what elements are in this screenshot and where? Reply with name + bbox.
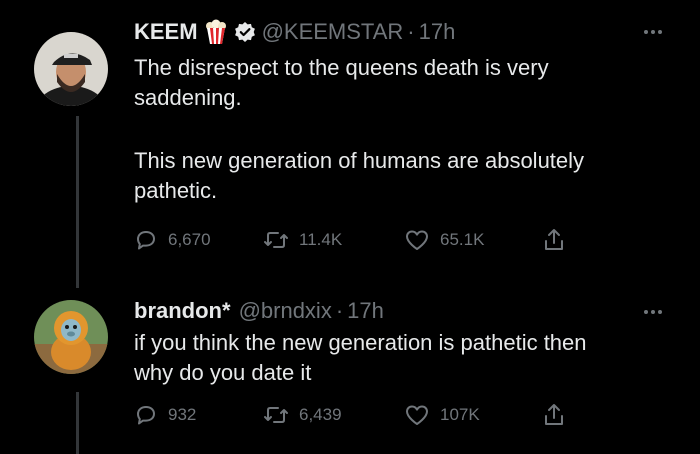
tweet-header: KEEM @KEEMSTAR · 17h: [134, 19, 455, 45]
reply-icon: [137, 406, 155, 425]
share-button[interactable]: [542, 402, 566, 428]
tweet-actions: 932 6,439 107K: [134, 402, 584, 428]
heart-icon: [406, 405, 428, 425]
reply-icon: [137, 231, 155, 250]
tweet-header: brandon* @brndxix · 17h: [134, 298, 384, 324]
tweet-text-line: saddening.: [134, 85, 242, 110]
tweet-text: if you think the new generation is pathe…: [134, 328, 674, 388]
avatar[interactable]: [34, 300, 108, 374]
popcorn-icon: [204, 19, 228, 45]
like-count: 107K: [440, 405, 480, 424]
reply-count: 932: [168, 405, 197, 424]
display-name[interactable]: KEEM: [134, 19, 198, 45]
timestamp[interactable]: 17h: [347, 298, 384, 324]
retweet-count: 6,439: [299, 405, 342, 424]
reply-count: 6,670: [168, 230, 211, 249]
tweet-text-line: if you think the new generation is pathe…: [134, 330, 587, 355]
tweet-keem[interactable]: KEEM @KEEMSTAR · 17h The disrespect to t…: [0, 0, 700, 290]
tweet-text-line: This new generation of humans are absolu…: [134, 148, 585, 173]
reply-button[interactable]: 932: [134, 403, 263, 427]
share-button[interactable]: [542, 227, 566, 253]
reply-button[interactable]: 6,670: [134, 228, 263, 252]
tweet-actions: 6,670 11.4K 65.1K: [134, 227, 584, 253]
avatar-monkey-image: [34, 300, 108, 374]
avatar-keem-image: [34, 32, 108, 106]
avatar[interactable]: [34, 32, 108, 106]
retweet-button[interactable]: 6,439: [263, 403, 404, 427]
tweet-text: The disrespect to the queens death is ve…: [134, 53, 674, 206]
share-icon: [545, 404, 563, 425]
retweet-icon: [264, 232, 288, 248]
tweet-text-line: pathetic.: [134, 178, 218, 203]
verified-badge-icon: [234, 21, 256, 43]
separator-dot: ·: [335, 298, 344, 323]
heart-icon: [406, 230, 428, 250]
separator-dot: ·: [407, 19, 415, 44]
retweet-count: 11.4K: [299, 230, 343, 249]
like-button[interactable]: 107K: [404, 403, 542, 427]
tweet-text-line: The disrespect to the queens death is ve…: [134, 55, 549, 80]
share-icon: [545, 229, 563, 250]
tweet-text-line: [134, 113, 674, 143]
like-count: 65.1K: [440, 230, 485, 249]
display-name[interactable]: brandon*: [134, 298, 231, 324]
retweet-icon: [264, 407, 288, 423]
handle[interactable]: @brndxix: [239, 298, 332, 324]
timestamp[interactable]: 17h: [419, 19, 456, 45]
retweet-button[interactable]: 11.4K: [263, 228, 404, 252]
tweet-brandon[interactable]: brandon* @brndxix · 17h if you think the…: [0, 290, 700, 454]
more-options-icon[interactable]: [644, 30, 662, 34]
handle[interactable]: @KEEMSTAR: [262, 19, 404, 45]
more-options-icon[interactable]: [644, 310, 662, 314]
like-button[interactable]: 65.1K: [404, 228, 542, 252]
tweet-text-line: why do you date it: [134, 360, 312, 385]
